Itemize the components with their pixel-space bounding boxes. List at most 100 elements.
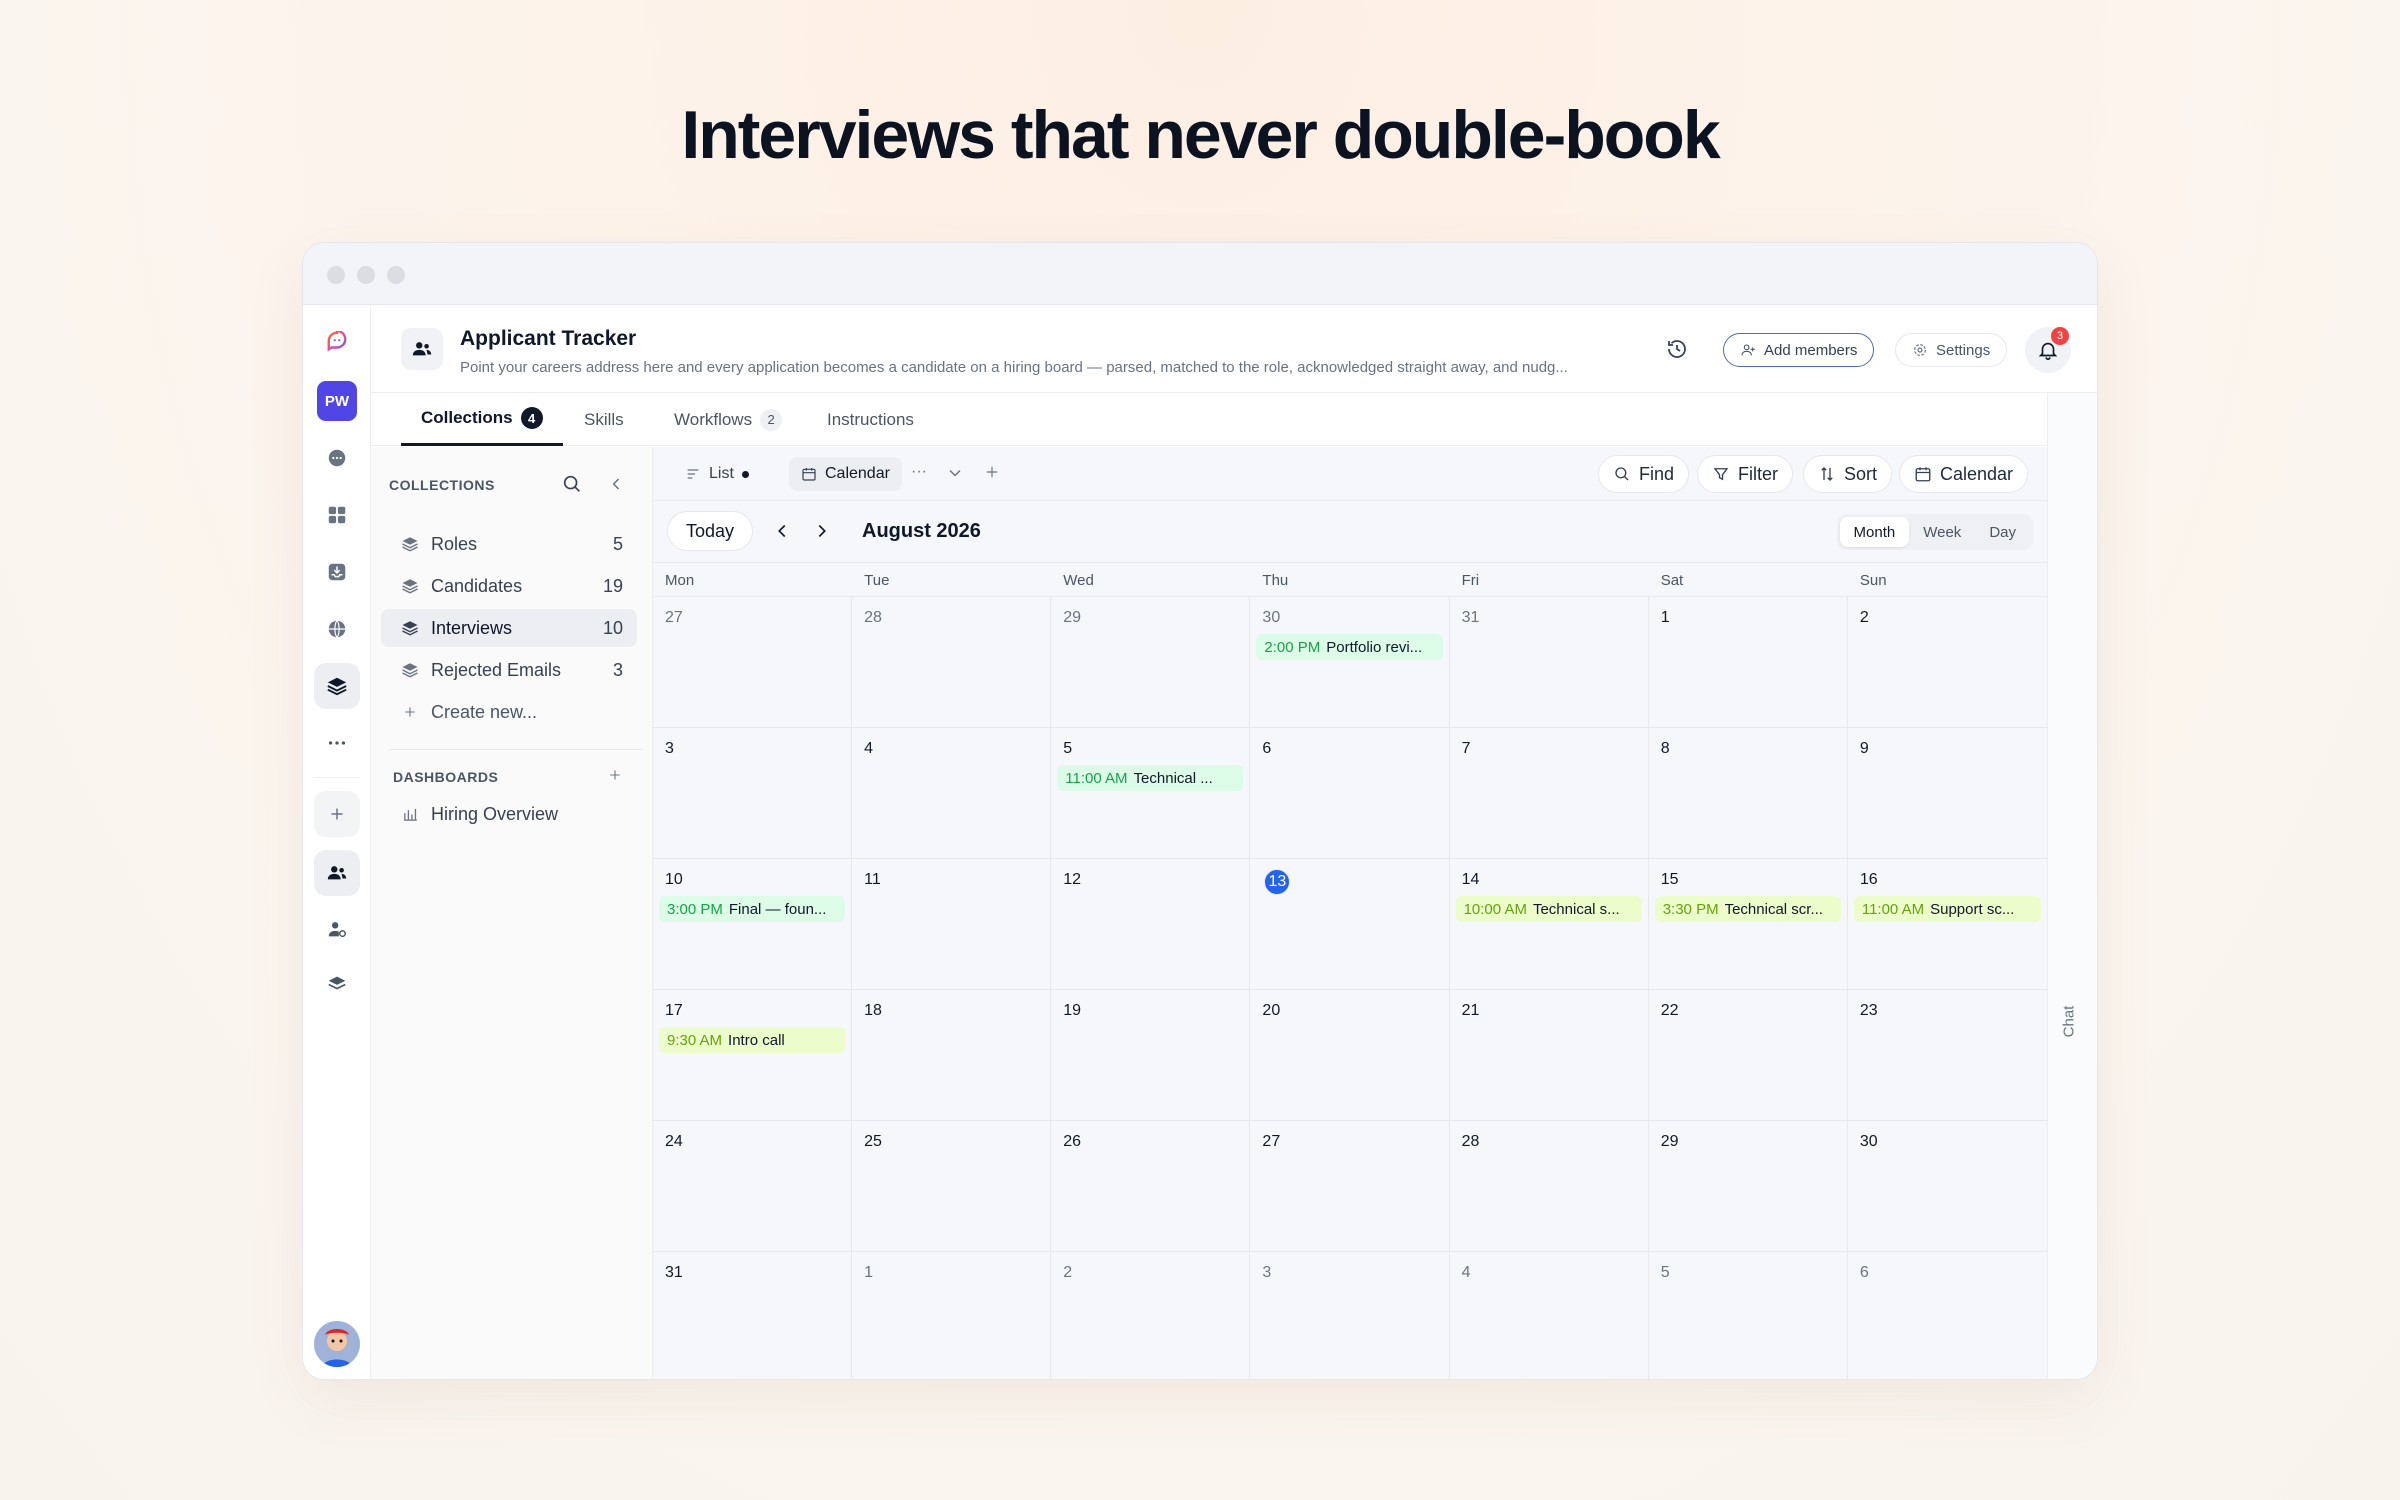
day-cell[interactable]: 12 bbox=[1051, 859, 1251, 990]
calendar-event[interactable]: 10:00 AM Technical s... bbox=[1455, 896, 1642, 922]
day-cell[interactable]: 4 bbox=[1450, 1252, 1649, 1379]
user-settings-icon[interactable] bbox=[314, 906, 360, 952]
day-cell[interactable]: 26 bbox=[1051, 1121, 1251, 1252]
day-cell[interactable]: 14 10:00 AM Technical s... bbox=[1449, 859, 1649, 990]
day-cell[interactable]: 20 bbox=[1250, 990, 1450, 1121]
day-cell[interactable]: 25 bbox=[852, 1121, 1052, 1252]
settings-button[interactable]: Settings bbox=[1895, 333, 2008, 367]
day-cell[interactable]: 27 bbox=[1250, 1121, 1450, 1252]
day-cell[interactable]: 7 bbox=[1449, 728, 1649, 859]
inbox-icon[interactable] bbox=[314, 549, 360, 595]
tab-collections[interactable]: Collections 4 bbox=[401, 393, 563, 446]
collapse-panel-icon[interactable] bbox=[607, 474, 629, 496]
collection-item-rejected-emails[interactable]: Rejected Emails 3 bbox=[381, 651, 637, 689]
day-cell[interactable]: 27 bbox=[653, 597, 853, 728]
day-cell[interactable]: 3 bbox=[653, 728, 853, 859]
day-cell[interactable]: 15 3:30 PM Technical scr... bbox=[1648, 859, 1848, 990]
add-dashboard-icon[interactable] bbox=[607, 767, 627, 787]
day-cell[interactable]: 21 bbox=[1449, 990, 1649, 1121]
notifications-button[interactable]: 3 bbox=[2025, 327, 2071, 373]
add-members-button[interactable]: Add members bbox=[1723, 333, 1875, 367]
stack-icon[interactable] bbox=[314, 961, 360, 1007]
create-new-collection[interactable]: Create new... bbox=[381, 693, 637, 731]
window-maximize-dot[interactable] bbox=[387, 266, 405, 284]
mode-month[interactable]: Month bbox=[1839, 517, 1910, 547]
day-cell[interactable]: 31 bbox=[653, 1252, 853, 1379]
calendar-event[interactable]: 3:00 PM Final — foun... bbox=[659, 896, 846, 922]
day-cell[interactable]: 1 bbox=[1648, 597, 1848, 728]
view-more-menu[interactable]: ··· bbox=[911, 463, 927, 481]
day-cell[interactable]: 22 bbox=[1648, 990, 1848, 1121]
day-cell[interactable]: 23 bbox=[1847, 990, 2047, 1121]
day-cell[interactable]: 29 bbox=[1051, 597, 1251, 728]
mode-day[interactable]: Day bbox=[1975, 517, 2030, 547]
search-icon[interactable] bbox=[561, 473, 585, 497]
day-cell[interactable]: 3 bbox=[1250, 1252, 1450, 1379]
chevron-down-icon[interactable] bbox=[945, 463, 965, 488]
day-cell[interactable]: 30 2:00 PM Portfolio revi... bbox=[1250, 597, 1450, 728]
collection-item-candidates[interactable]: Candidates 19 bbox=[381, 567, 637, 605]
calendar-event[interactable]: 11:00 AM Technical ... bbox=[1057, 765, 1244, 791]
next-month-icon[interactable] bbox=[811, 520, 833, 547]
calendar-event[interactable]: 2:00 PM Portfolio revi... bbox=[1256, 634, 1443, 660]
collection-item-interviews[interactable]: Interviews 10 bbox=[381, 609, 637, 647]
day-cell[interactable]: 28 bbox=[852, 597, 1052, 728]
day-cell[interactable]: 9 bbox=[1847, 728, 2047, 859]
day-cell[interactable]: 10 3:00 PM Final — foun... bbox=[653, 859, 853, 990]
day-cell[interactable]: 6 bbox=[1848, 1252, 2047, 1379]
window-close-dot[interactable] bbox=[327, 266, 345, 284]
day-cell[interactable]: 5 bbox=[1649, 1252, 1848, 1379]
collections-layers-icon[interactable] bbox=[314, 663, 360, 709]
tab-instructions[interactable]: Instructions bbox=[827, 393, 914, 446]
day-cell[interactable]: 2 bbox=[1847, 597, 2047, 728]
collection-item-roles[interactable]: Roles 5 bbox=[381, 525, 637, 563]
window-minimize-dot[interactable] bbox=[357, 266, 375, 284]
view-tab-calendar[interactable]: Calendar bbox=[789, 457, 902, 491]
prev-month-icon[interactable] bbox=[771, 520, 793, 547]
day-cell[interactable]: 4 bbox=[852, 728, 1052, 859]
mode-week[interactable]: Week bbox=[1909, 517, 1975, 547]
day-cell[interactable]: 5 11:00 AM Technical ... bbox=[1051, 728, 1251, 859]
day-cell[interactable]: 1 bbox=[852, 1252, 1052, 1379]
filter-button[interactable]: Filter bbox=[1697, 455, 1793, 493]
day-cell[interactable]: 30 bbox=[1847, 1121, 2047, 1252]
calendar-event[interactable]: 11:00 AM Support sc... bbox=[1853, 896, 2041, 922]
workspace-avatar[interactable]: PW bbox=[317, 381, 357, 421]
calendar-settings-button[interactable]: Calendar bbox=[1899, 455, 2029, 493]
globe-icon[interactable] bbox=[314, 606, 360, 652]
day-cell[interactable]: 8 bbox=[1648, 728, 1848, 859]
day-cell[interactable]: 17 9:30 AM Intro call bbox=[653, 990, 853, 1121]
apps-grid-icon[interactable] bbox=[314, 492, 360, 538]
day-cell[interactable]: 31 bbox=[1449, 597, 1649, 728]
day-cell[interactable]: 18 bbox=[852, 990, 1052, 1121]
dashboard-item-hiring-overview[interactable]: Hiring Overview bbox=[381, 795, 637, 833]
day-cell[interactable]: 16 11:00 AM Support sc... bbox=[1847, 859, 2047, 990]
day-cell[interactable]: 28 bbox=[1449, 1121, 1649, 1252]
user-avatar[interactable] bbox=[314, 1321, 360, 1367]
day-cell[interactable]: 11 bbox=[852, 859, 1052, 990]
tab-count-badge: 4 bbox=[520, 407, 543, 429]
more-icon[interactable] bbox=[314, 720, 360, 766]
tab-skills[interactable]: Skills bbox=[584, 393, 624, 446]
team-icon[interactable] bbox=[314, 850, 360, 896]
calendar-event[interactable]: 9:30 AM Intro call bbox=[659, 1027, 846, 1053]
add-icon[interactable] bbox=[314, 791, 360, 837]
day-cell[interactable]: 24 bbox=[653, 1121, 853, 1252]
day-cell[interactable]: 19 bbox=[1051, 990, 1251, 1121]
chat-icon[interactable] bbox=[314, 435, 360, 481]
day-cell[interactable]: 13 bbox=[1250, 859, 1450, 990]
day-cell[interactable]: 6 bbox=[1250, 728, 1450, 859]
day-cell[interactable]: 2 bbox=[1051, 1252, 1251, 1379]
app-logo-icon[interactable] bbox=[314, 319, 360, 365]
tab-workflows[interactable]: Workflows 2 bbox=[674, 393, 783, 446]
calendar-event[interactable]: 3:30 PM Technical scr... bbox=[1654, 896, 1841, 922]
add-view-icon[interactable] bbox=[983, 463, 1001, 486]
sort-button[interactable]: Sort bbox=[1803, 455, 1893, 493]
view-tab-list[interactable]: List bbox=[673, 457, 761, 491]
chat-panel-toggle[interactable]: Chat bbox=[2047, 393, 2097, 1379]
view-tab-label: List bbox=[709, 465, 734, 482]
find-button[interactable]: Find bbox=[1598, 455, 1690, 493]
day-cell[interactable]: 29 bbox=[1648, 1121, 1848, 1252]
today-button[interactable]: Today bbox=[667, 511, 754, 551]
history-icon[interactable] bbox=[1665, 337, 1691, 363]
